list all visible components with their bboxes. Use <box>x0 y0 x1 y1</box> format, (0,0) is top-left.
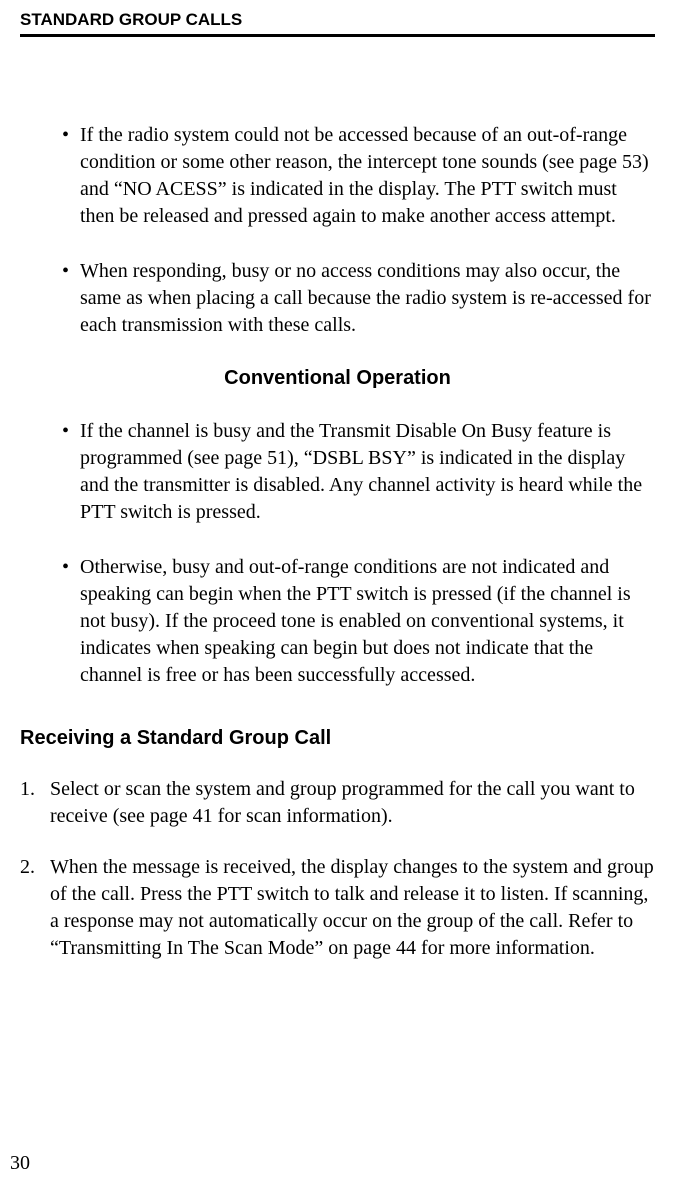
step-text: Select or scan the system and group prog… <box>50 778 635 827</box>
list-item: If the radio system could not be accesse… <box>62 122 655 230</box>
step-number: 2. <box>20 854 35 881</box>
page-header-title: STANDARD GROUP CALLS <box>20 10 655 30</box>
list-item: If the channel is busy and the Transmit … <box>62 418 655 526</box>
list-item: 1. Select or scan the system and group pr… <box>20 776 655 830</box>
top-bullet-list: If the radio system could not be accesse… <box>20 122 655 339</box>
list-item: Otherwise, busy and out-of-range conditi… <box>62 554 655 689</box>
page-number: 30 <box>10 1152 30 1175</box>
subsection-heading-conventional: Conventional Operation <box>20 367 655 390</box>
step-text: When the message is received, the displa… <box>50 856 654 959</box>
section-heading-receiving: Receiving a Standard Group Call <box>20 727 655 750</box>
receiving-steps-list: 1. Select or scan the system and group pr… <box>20 776 655 962</box>
conventional-bullet-list: If the channel is busy and the Transmit … <box>20 418 655 689</box>
step-number: 1. <box>20 776 35 803</box>
list-item: 2. When the message is received, the disp… <box>20 854 655 962</box>
header-rule <box>20 34 655 37</box>
list-item: When responding, busy or no access condi… <box>62 258 655 339</box>
